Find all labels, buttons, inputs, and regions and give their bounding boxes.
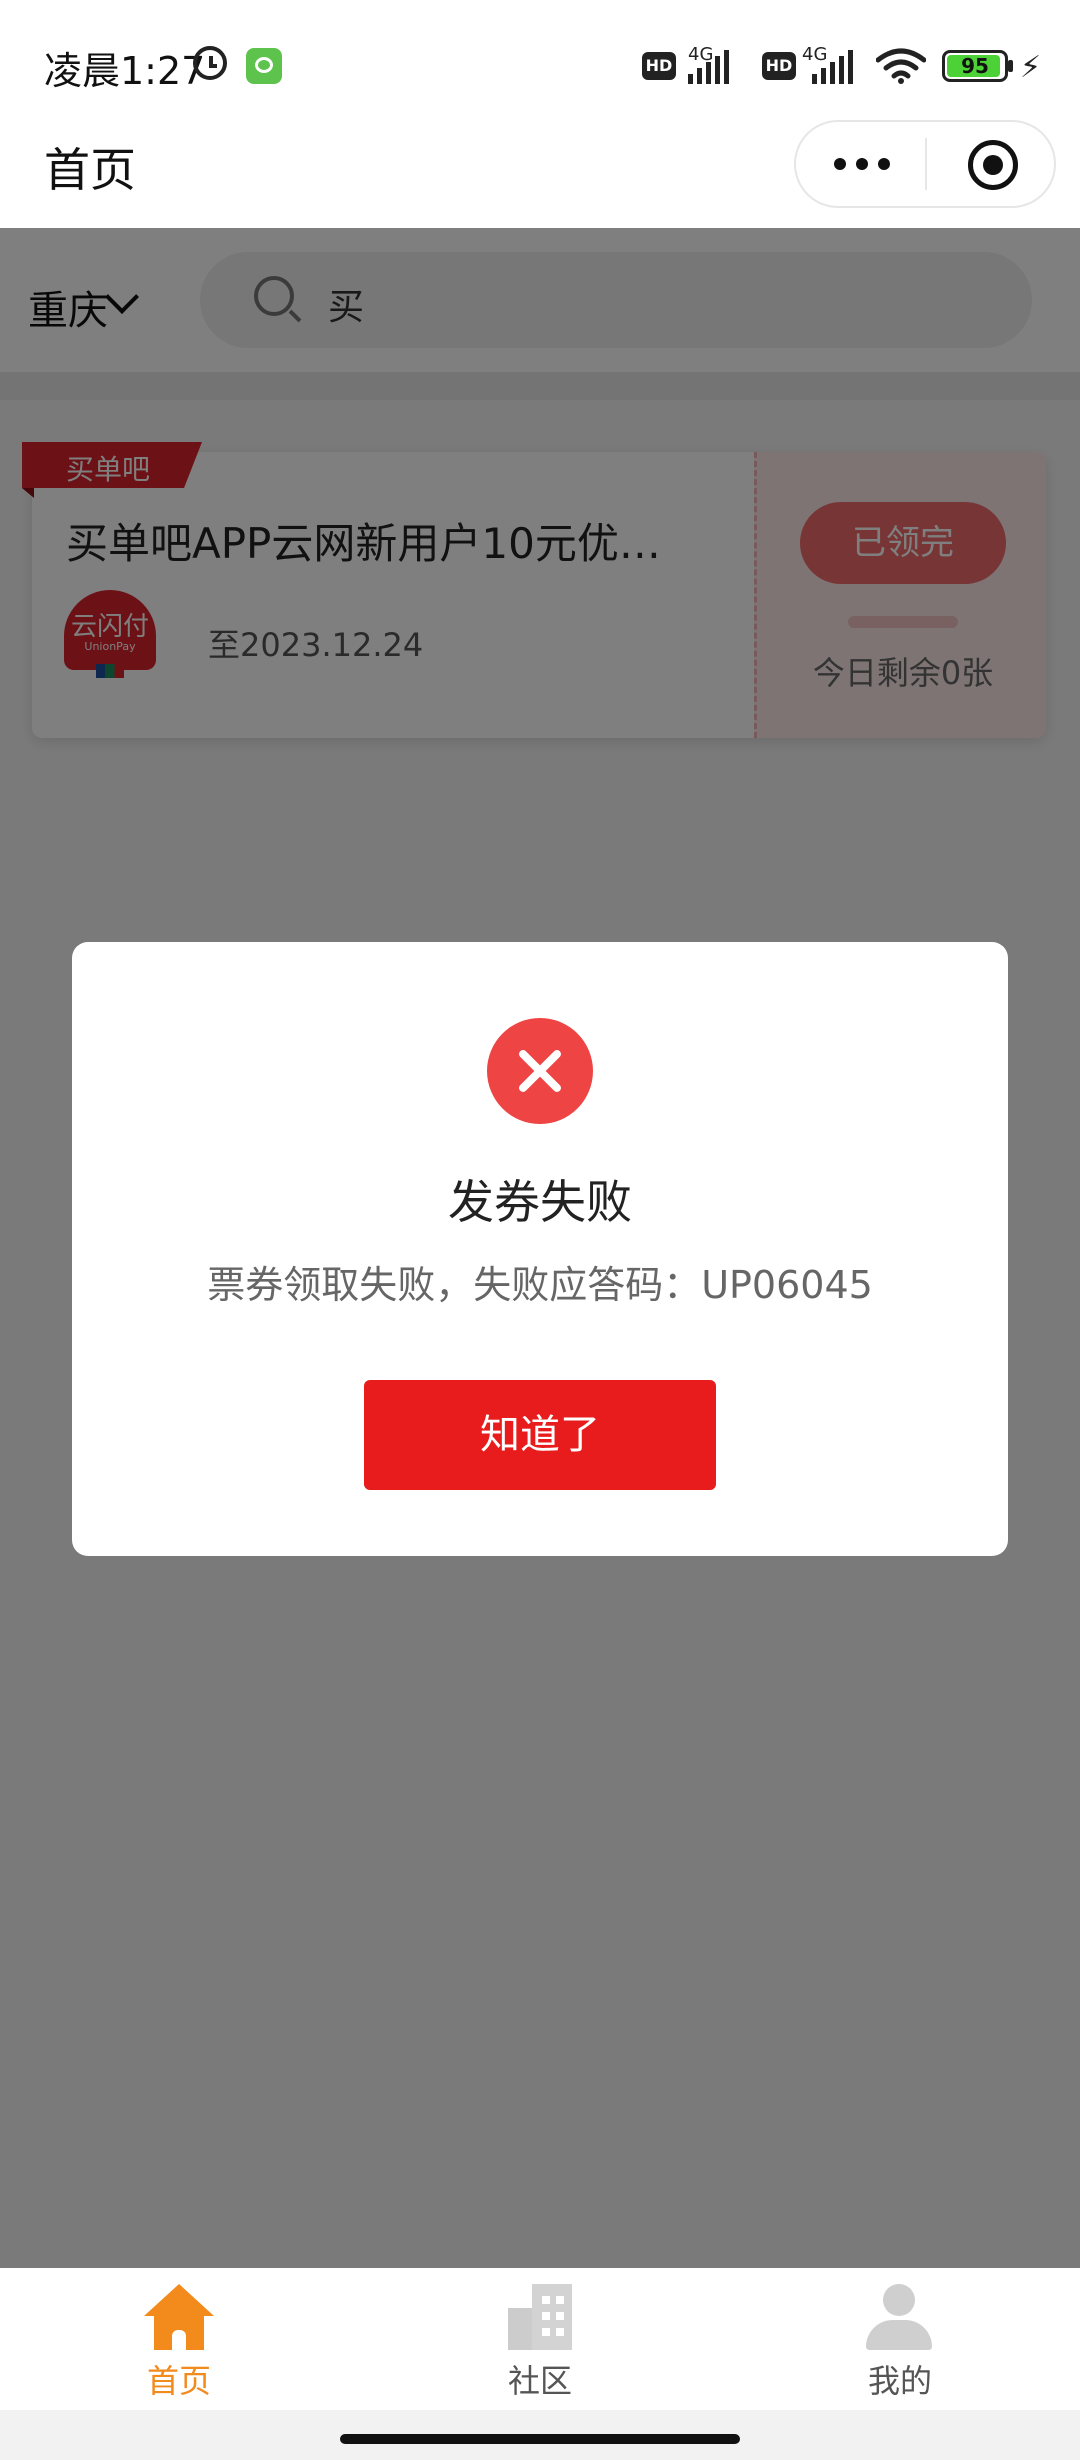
community-icon[interactable] [508, 2284, 572, 2350]
capsule-divider [925, 138, 927, 190]
tab-community[interactable]: 社区 [440, 2356, 640, 2402]
wifi-icon [876, 48, 926, 84]
app-notification-icon [246, 48, 282, 84]
user-icon[interactable] [866, 2284, 932, 2350]
home-icon[interactable] [144, 2284, 214, 2350]
alarm-icon [193, 46, 227, 80]
status-time: 凌晨1:27 [44, 49, 206, 93]
got-it-button[interactable]: 知道了 [364, 1380, 716, 1490]
error-x-icon [487, 1018, 593, 1124]
more-icon[interactable] [834, 155, 890, 173]
signal-icon [688, 50, 729, 84]
close-miniprogram-icon[interactable] [968, 140, 1018, 190]
signal-icon [812, 50, 853, 84]
home-indicator[interactable] [340, 2434, 740, 2444]
tab-mine[interactable]: 我的 [800, 2356, 1000, 2402]
hd-icon: HD [762, 52, 796, 80]
hd-icon: HD [642, 52, 676, 80]
battery-level: 95 [961, 54, 989, 78]
battery-tip [1008, 60, 1013, 72]
page-title: 首页 [44, 143, 136, 197]
charging-icon: ⚡ [1020, 50, 1042, 85]
dialog-title: 发券失败 [448, 1175, 632, 1229]
dialog-message: 票券领取失败，失败应答码：UP06045 [207, 1263, 873, 1307]
battery-icon: 95 [942, 50, 1008, 82]
tab-home[interactable]: 首页 [79, 2356, 279, 2402]
